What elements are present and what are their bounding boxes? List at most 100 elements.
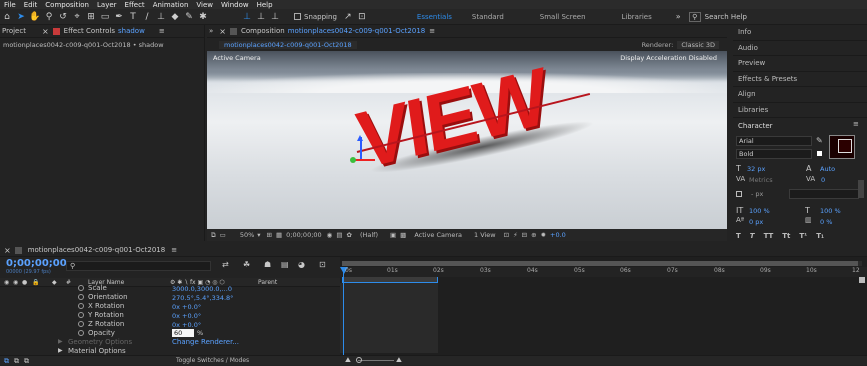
align-panel[interactable]: Align [733, 87, 867, 103]
zoom-slider-handle[interactable] [356, 357, 362, 363]
geometry-options[interactable]: Geometry Options [68, 338, 132, 346]
pixel-aspect-icon[interactable]: ⊡ [504, 231, 509, 239]
stopwatch-icon[interactable] [78, 285, 84, 291]
kerning-value[interactable]: Metrics [749, 176, 773, 184]
view-layout-dropdown[interactable]: 1 View [474, 231, 496, 239]
mask-toggle-icon[interactable]: ▭ [220, 231, 226, 239]
composition-subtab[interactable]: motionplaces0042-c009-q001-Oct2018 [219, 40, 357, 49]
rotate-tool-icon[interactable]: ↺ [56, 10, 70, 24]
exposure-icon[interactable]: ✹ [541, 231, 546, 239]
timeline-tab[interactable]: motionplaces0042-c009-q001-Oct2018 [28, 246, 166, 254]
axis-mode-view-icon[interactable]: ⊥ [268, 10, 282, 24]
chevron-right-icon[interactable]: ▶ [58, 338, 63, 345]
menu-edit[interactable]: Edit [24, 1, 38, 9]
preview-panel[interactable]: Preview [733, 56, 867, 72]
safe-zones-icon[interactable]: ⊞ [267, 231, 272, 239]
always-preview-icon[interactable]: ⧉ [211, 231, 216, 240]
vertical-scale-value[interactable]: 100 % [749, 207, 770, 215]
info-panel[interactable]: Info [733, 25, 867, 41]
label-icon[interactable]: ◆ [52, 279, 57, 286]
menu-composition[interactable]: Composition [45, 1, 89, 9]
stopwatch-icon[interactable] [78, 294, 84, 300]
superscript-button[interactable]: T¹ [799, 232, 807, 240]
libraries-panel[interactable]: Libraries [733, 103, 867, 118]
opacity-input[interactable]: 60 [172, 329, 194, 337]
resolution-dropdown[interactable]: (Half) [360, 231, 378, 239]
time-navigator[interactable] [342, 261, 862, 266]
roto-brush-tool-icon[interactable]: ✎ [182, 10, 196, 24]
menu-window[interactable]: Window [221, 1, 249, 9]
draft-3d-icon[interactable]: ☘ [243, 260, 250, 269]
leading-value[interactable]: Auto [820, 165, 835, 173]
puppet-tool-icon[interactable]: ✱ [196, 10, 210, 24]
audio-icon[interactable]: ◉ [13, 279, 18, 286]
timeline-icon[interactable]: ⊟ [522, 231, 527, 239]
faux-bold-button[interactable]: T [736, 232, 741, 240]
camera-view-dropdown[interactable]: Active Camera [414, 231, 462, 239]
zoom-slider-track[interactable] [358, 360, 394, 361]
stroke-width-value[interactable]: - px [751, 190, 763, 198]
fast-preview-icon[interactable]: ⚡ [513, 231, 518, 239]
stopwatch-icon[interactable] [78, 330, 84, 336]
more-workspaces-icon[interactable]: » [676, 12, 681, 21]
home-icon[interactable]: ⌂ [0, 10, 14, 24]
axis-mode-local-icon[interactable]: ⊥ [240, 10, 254, 24]
transparency-grid-icon[interactable]: ▩ [400, 231, 406, 239]
panel-menu-icon[interactable]: ≡ [853, 120, 859, 128]
workspace-standard[interactable]: Standard [472, 13, 504, 21]
subscript-button[interactable]: T₁ [816, 232, 824, 240]
panel-menu-icon[interactable]: ≡ [159, 27, 165, 35]
grid-icon[interactable]: ▦ [276, 231, 282, 239]
pan-behind-tool-icon[interactable]: ⊞ [84, 10, 98, 24]
chevron-right-icon[interactable]: ▶ [58, 347, 63, 354]
font-style-select[interactable]: Bold [736, 149, 812, 159]
audio-panel[interactable]: Audio [733, 41, 867, 56]
clone-stamp-tool-icon[interactable]: ⊥ [154, 10, 168, 24]
small-caps-button[interactable]: Tt [782, 232, 790, 240]
composition-marker-icon[interactable] [859, 277, 865, 283]
motion-blur-icon[interactable]: ◕ [298, 260, 305, 269]
time-navigator-range[interactable] [342, 261, 858, 266]
region-of-interest-icon[interactable]: ▣ [390, 231, 396, 239]
channel-icon[interactable]: ✿ [347, 231, 352, 239]
graph-editor-icon[interactable]: ⊡ [319, 260, 326, 269]
chevron-down-icon[interactable]: ▾ [257, 231, 260, 239]
search-icon[interactable]: ⚲ [688, 11, 701, 22]
flowchart-icon[interactable]: ⊕ [531, 231, 536, 239]
search-help-input[interactable]: Search Help [705, 13, 747, 21]
pen-tool-icon[interactable]: ✒ [112, 10, 126, 24]
eraser-tool-icon[interactable]: ◆ [168, 10, 182, 24]
exposure-value[interactable]: +0.0 [550, 231, 566, 239]
brush-tool-icon[interactable]: / [140, 10, 154, 24]
material-options[interactable]: Material Options [68, 347, 126, 355]
current-time-display[interactable]: 0;00;00;00 [6, 258, 67, 269]
all-caps-button[interactable]: TT [764, 232, 774, 240]
timeline-search-input[interactable]: ⚲ [66, 261, 211, 271]
rectangle-tool-icon[interactable]: ▭ [98, 10, 112, 24]
selection-tool-icon[interactable]: ➤ [14, 10, 28, 24]
close-icon[interactable]: × [219, 27, 226, 36]
snapshot-icon[interactable]: ◉ [327, 231, 333, 239]
menu-help[interactable]: Help [257, 1, 273, 9]
tracking-value[interactable]: 0 [821, 176, 825, 184]
camera-tool-icon[interactable]: ⌖ [70, 10, 84, 24]
renderer-button[interactable]: Classic 3D [677, 40, 719, 49]
font-size-value[interactable]: 32 px [747, 165, 765, 173]
toggle-switches-modes[interactable]: Toggle Switches / Modes [176, 357, 249, 364]
lock-column-icon[interactable]: 🔒 [32, 279, 39, 286]
composition-viewer[interactable]: Active Camera Display Acceleration Disab… [207, 51, 727, 229]
composition-tab-name[interactable]: motionplaces0042-c009-q001-Oct2018 [288, 27, 426, 35]
horizontal-scale-value[interactable]: 100 % [820, 207, 841, 215]
scale-value[interactable]: 3000.0,3000.0,...0 [172, 285, 232, 293]
shy-layers-icon[interactable]: ☗ [264, 260, 271, 269]
orientation-value[interactable]: 270.5°,5.4°,334.8° [172, 294, 233, 302]
composition-mini-flowchart-icon[interactable]: ⇄ [222, 260, 229, 269]
close-icon[interactable]: × [42, 27, 49, 36]
visibility-icon[interactable]: ◉ [4, 279, 9, 286]
show-snapshot-icon[interactable]: ▤ [336, 231, 342, 239]
menu-layer[interactable]: Layer [97, 1, 117, 9]
x-axis-handle[interactable] [355, 159, 375, 161]
panel-collapse-icon[interactable]: » [209, 27, 213, 35]
faux-italic-button[interactable]: T [750, 232, 755, 240]
axis-mode-world-icon[interactable]: ⊥ [254, 10, 268, 24]
